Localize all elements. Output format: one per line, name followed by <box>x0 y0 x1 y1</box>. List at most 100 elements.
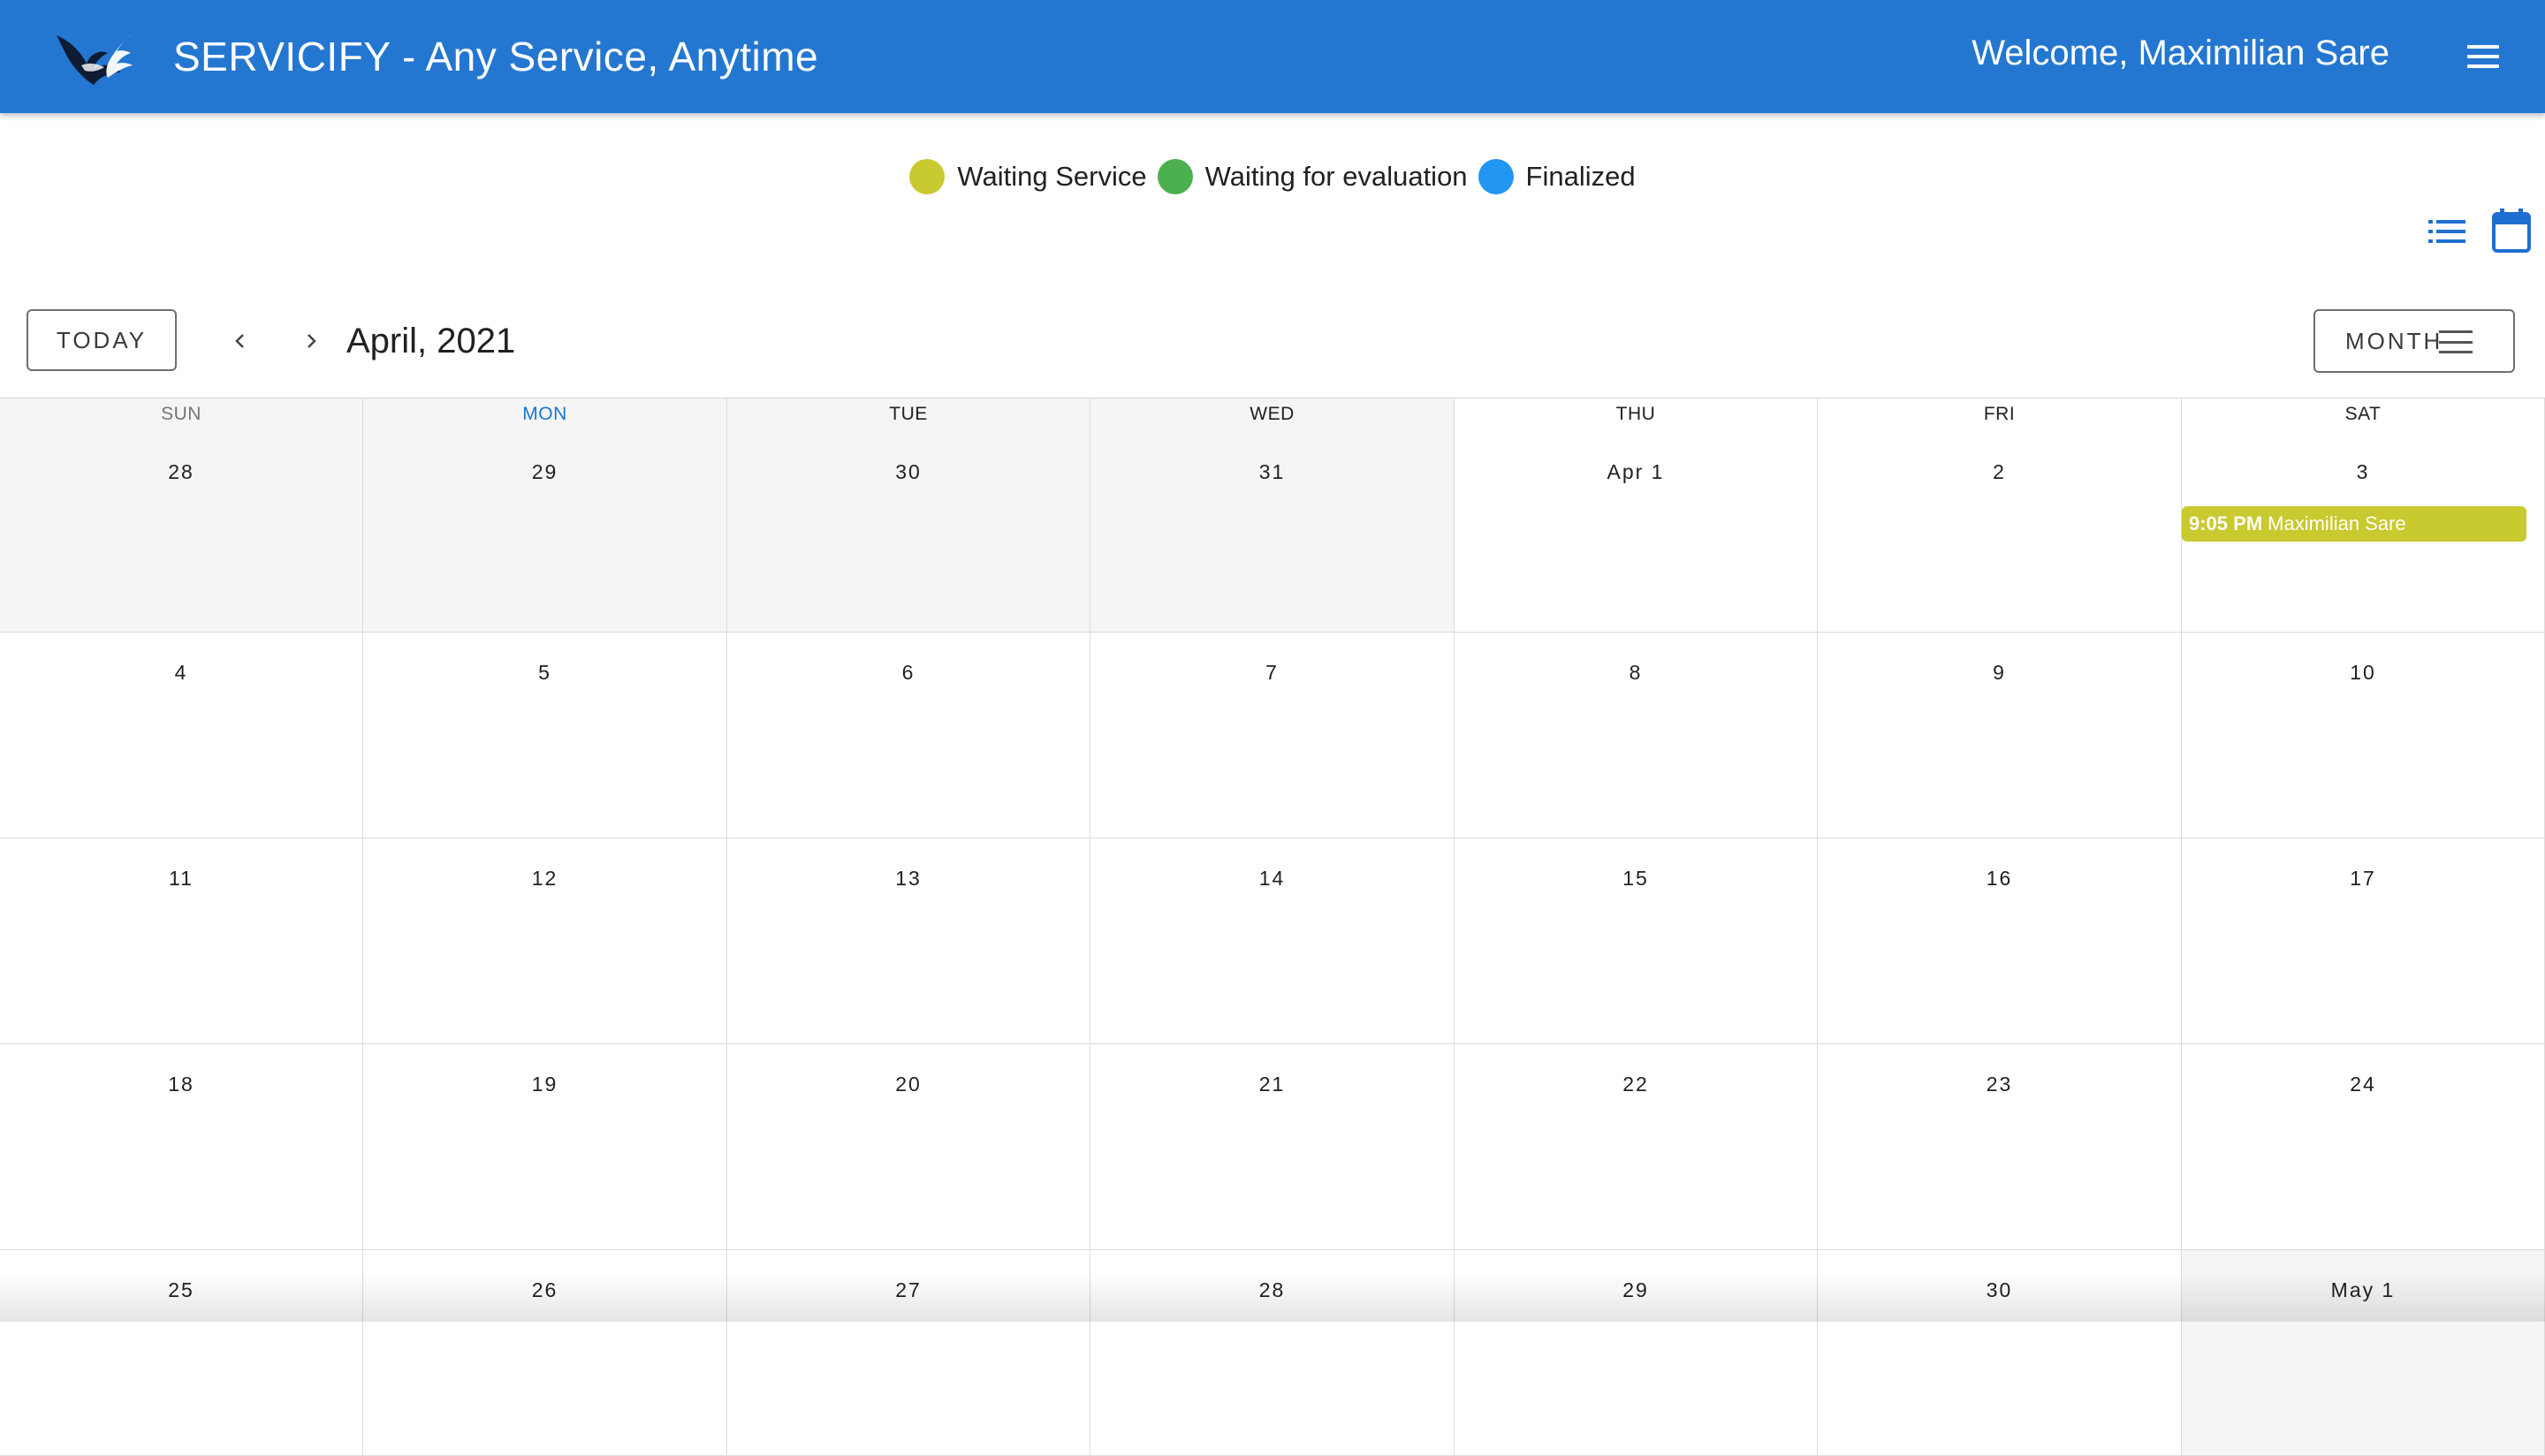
day-number[interactable]: 9 <box>1818 661 2181 685</box>
day-cell[interactable]: 23 <box>1818 1044 2182 1250</box>
day-cell[interactable]: 6 <box>727 633 1090 838</box>
day-number[interactable]: 12 <box>363 867 726 891</box>
calendar-view-icon[interactable] <box>2492 209 2531 253</box>
day-cell[interactable]: FRI 2 <box>1818 398 2182 633</box>
day-number[interactable]: 8 <box>1455 661 1817 685</box>
legend-item-waiting-service: Waiting Service <box>909 159 1147 194</box>
day-cell[interactable]: 5 <box>363 633 727 838</box>
status-legend: Waiting Service Waiting for evaluation F… <box>0 155 2545 198</box>
day-number[interactable]: 18 <box>0 1073 362 1096</box>
day-number[interactable]: 28 <box>0 460 362 484</box>
day-number[interactable]: 4 <box>0 661 362 685</box>
day-cell[interactable]: SUN 28 <box>0 398 363 633</box>
day-cell[interactable]: 12 <box>363 838 727 1044</box>
chevron-left-icon <box>235 334 244 348</box>
day-cell[interactable]: 16 <box>1818 838 2182 1044</box>
day-cell[interactable]: 14 <box>1090 838 1455 1044</box>
day-cell[interactable]: 20 <box>727 1044 1090 1250</box>
status-dot-icon <box>909 159 946 194</box>
day-cell[interactable]: May 1 <box>2182 1250 2545 1456</box>
day-number[interactable]: Apr 1 <box>1455 460 1817 484</box>
day-number[interactable]: 7 <box>1090 661 1454 685</box>
logo-icon[interactable] <box>55 27 143 87</box>
legend-label: Waiting for evaluation <box>1204 161 1468 192</box>
day-number[interactable]: 2 <box>1818 460 2181 484</box>
day-number[interactable]: 23 <box>1818 1073 2181 1096</box>
day-number[interactable]: 16 <box>1818 867 2181 891</box>
calendar-event[interactable]: 9:05 PM Maximilian Sare <box>2182 506 2526 542</box>
day-number[interactable]: 25 <box>0 1278 362 1302</box>
day-number[interactable]: 17 <box>2182 867 2544 891</box>
day-number[interactable]: May 1 <box>2182 1278 2544 1302</box>
legend-label: Waiting Service <box>957 161 1147 192</box>
day-cell[interactable]: 25 <box>0 1250 363 1456</box>
day-number[interactable]: 11 <box>0 867 362 891</box>
day-number[interactable]: 15 <box>1455 867 1817 891</box>
menu-button[interactable] <box>2460 34 2506 80</box>
day-cell[interactable]: WED 31 <box>1090 398 1455 633</box>
welcome-text: Welcome, Maximilian Sare <box>1971 34 2389 72</box>
app-bar: SERVICIFY - Any Service, Anytime Welcome… <box>0 0 2545 113</box>
day-cell[interactable]: 9 <box>1818 633 2182 838</box>
day-number[interactable]: 19 <box>363 1073 726 1096</box>
day-cell[interactable]: 28 <box>1090 1250 1455 1456</box>
day-number[interactable]: 6 <box>727 661 1090 685</box>
day-number[interactable]: 13 <box>727 867 1090 891</box>
next-month-button[interactable] <box>286 316 336 366</box>
hamburger-icon <box>2467 45 2499 49</box>
weekday-label: TUE <box>889 404 928 424</box>
day-cell[interactable]: MON 29 <box>363 398 727 633</box>
day-cell[interactable]: 27 <box>727 1250 1090 1456</box>
day-number[interactable]: 30 <box>727 460 1090 484</box>
status-dot-icon <box>1478 159 1514 194</box>
day-number[interactable]: 14 <box>1090 867 1454 891</box>
day-cell[interactable]: TUE 30 <box>727 398 1090 633</box>
day-number[interactable]: 22 <box>1455 1073 1817 1096</box>
event-time: 9:05 PM <box>2189 512 2263 535</box>
day-number[interactable]: 26 <box>363 1278 726 1302</box>
day-number[interactable]: 30 <box>1818 1278 2181 1302</box>
weekday-label: SAT <box>2344 404 2382 424</box>
day-cell[interactable]: 4 <box>0 633 363 838</box>
weekday-label: WED <box>1250 404 1295 424</box>
day-cell[interactable]: 29 <box>1455 1250 1818 1456</box>
day-cell[interactable]: 19 <box>363 1044 727 1250</box>
day-cell[interactable]: 10 <box>2182 633 2545 838</box>
day-cell[interactable]: SAT 3 9:05 PM Maximilian Sare <box>2182 398 2545 633</box>
day-number[interactable]: 27 <box>727 1278 1090 1302</box>
today-button[interactable]: TODAY <box>27 309 177 371</box>
current-month-title: April, 2021 <box>346 322 516 360</box>
day-cell[interactable]: 11 <box>0 838 363 1044</box>
legend-label: Finalized <box>1525 161 1636 192</box>
day-number[interactable]: 28 <box>1090 1278 1454 1302</box>
day-cell[interactable]: 8 <box>1455 633 1818 838</box>
day-number[interactable]: 3 <box>2182 460 2544 484</box>
day-number[interactable]: 24 <box>2182 1073 2544 1096</box>
day-cell[interactable]: 17 <box>2182 838 2545 1044</box>
day-number[interactable]: 21 <box>1090 1073 1454 1096</box>
day-cell[interactable]: 26 <box>363 1250 727 1456</box>
day-number[interactable]: 31 <box>1090 460 1454 484</box>
day-number[interactable]: 20 <box>727 1073 1090 1096</box>
view-type-select[interactable]: MONTH <box>2313 309 2515 373</box>
day-number[interactable]: 10 <box>2182 661 2544 685</box>
weekday-label: THU <box>1615 404 1656 424</box>
day-cell[interactable]: 15 <box>1455 838 1818 1044</box>
day-cell[interactable]: 24 <box>2182 1044 2545 1250</box>
day-number[interactable]: 29 <box>363 460 726 484</box>
event-title: Maximilian Sare <box>2268 512 2406 535</box>
day-cell[interactable]: 21 <box>1090 1044 1455 1250</box>
prev-month-button[interactable] <box>216 316 265 366</box>
month-calendar: SUN 28 MON 29 TUE 30 WED 31 THU Apr 1 FRI 2 SAT 3 9:05… <box>0 398 2545 1456</box>
day-cell[interactable]: 7 <box>1090 633 1455 838</box>
day-cell[interactable]: 18 <box>0 1044 363 1250</box>
day-number[interactable]: 5 <box>363 661 726 685</box>
view-type-label: MONTH <box>2345 328 2443 354</box>
day-cell[interactable]: 13 <box>727 838 1090 1044</box>
day-cell[interactable]: THU Apr 1 <box>1455 398 1818 633</box>
day-cell[interactable]: 22 <box>1455 1044 1818 1250</box>
day-number[interactable]: 29 <box>1455 1278 1817 1302</box>
menu-icon <box>2439 330 2473 353</box>
list-view-icon[interactable] <box>2428 217 2465 246</box>
day-cell[interactable]: 30 <box>1818 1250 2182 1456</box>
